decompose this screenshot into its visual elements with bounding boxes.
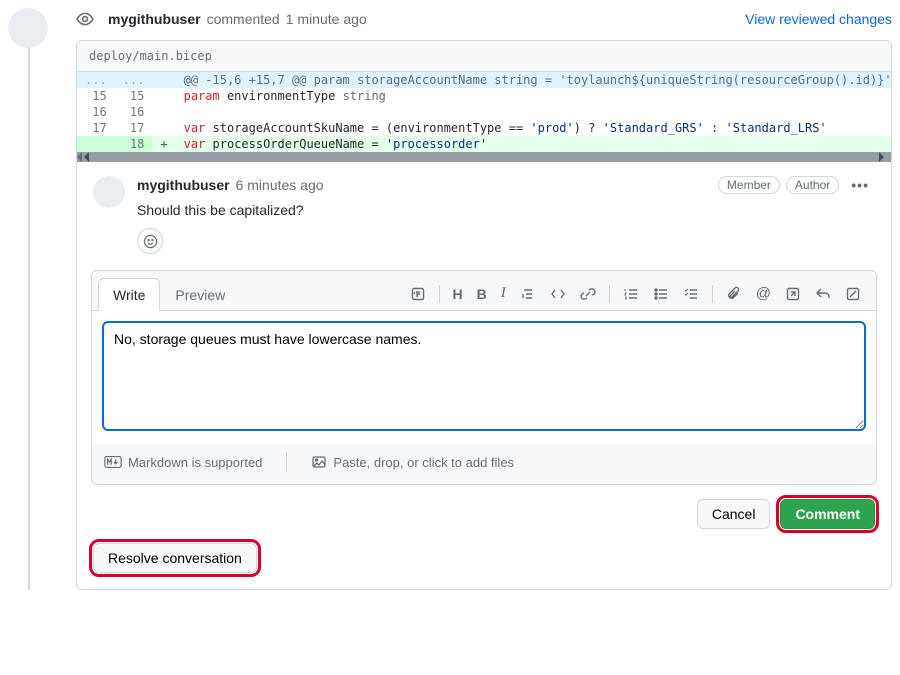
attach-icon[interactable] — [721, 282, 747, 306]
ordered-list-icon[interactable] — [618, 282, 644, 306]
hunk-ellipsis: ... — [77, 72, 115, 88]
unordered-list-icon[interactable] — [648, 282, 674, 306]
saved-replies-icon[interactable] — [840, 282, 866, 306]
diff-row: 18+var processOrderQueueName = 'processo… — [77, 136, 892, 152]
commenter-username[interactable]: mygithubuser — [108, 11, 201, 27]
new-line-number: 15 — [115, 88, 153, 104]
new-line-number: 16 — [115, 104, 153, 120]
old-line-number: 15 — [77, 88, 115, 104]
file-path[interactable]: deploy/main.bicep — [77, 41, 891, 72]
comment-editor: Write Preview H B I — [91, 270, 877, 485]
comment-time[interactable]: 1 minute ago — [286, 11, 367, 27]
diff-code: var storageAccountSkuName = (environment… — [176, 120, 892, 136]
diff-row: 1616 — [77, 104, 892, 120]
hunk-ellipsis: ... — [115, 72, 153, 88]
link-icon[interactable] — [575, 282, 601, 306]
italic-icon[interactable]: I — [496, 281, 511, 306]
suggestion-icon[interactable] — [405, 282, 431, 306]
mention-icon[interactable]: @ — [751, 281, 776, 306]
attach-files-link[interactable]: Paste, drop, or click to add files — [311, 454, 514, 470]
comment-action: commented — [207, 11, 280, 27]
diff-marker — [152, 88, 175, 104]
bold-icon[interactable]: B — [472, 282, 492, 306]
diff-marker — [152, 104, 175, 120]
horizontal-scrollbar[interactable] — [77, 152, 891, 162]
role-badge: Member — [718, 176, 780, 194]
markdown-help-link[interactable]: Markdown is supported — [104, 455, 262, 470]
visibility-icon — [76, 8, 94, 30]
diff-marker — [152, 120, 175, 136]
role-badge: Author — [786, 176, 839, 194]
comment-button[interactable]: Comment — [780, 499, 875, 529]
view-changes-link[interactable]: View reviewed changes — [745, 11, 892, 27]
review-box: deploy/main.bicep ... ... @@ -15,6 +15,7… — [76, 40, 892, 590]
diff-code: var processOrderQueueName = 'processorde… — [176, 136, 892, 152]
old-line-number: 16 — [77, 104, 115, 120]
old-line-number — [77, 136, 115, 152]
diff-row: 1717 var storageAccountSkuName = (environ… — [77, 120, 892, 136]
old-line-number: 17 — [77, 120, 115, 136]
reply-icon[interactable] — [810, 282, 836, 306]
tab-preview[interactable]: Preview — [160, 278, 240, 311]
inner-time[interactable]: 6 minutes ago — [236, 177, 324, 193]
new-line-number: 17 — [115, 120, 153, 136]
heading-icon[interactable]: H — [448, 282, 468, 306]
task-list-icon[interactable] — [678, 282, 704, 306]
tab-write[interactable]: Write — [98, 278, 160, 311]
diff-code: param environmentType string — [176, 88, 892, 104]
avatar[interactable] — [8, 8, 48, 48]
cancel-button[interactable]: Cancel — [697, 499, 771, 529]
diff-table: ... ... @@ -15,6 +15,7 @@ param storageA… — [77, 72, 892, 152]
new-line-number: 18 — [115, 136, 153, 152]
more-options-icon[interactable]: ••• — [845, 177, 875, 193]
diff-code — [176, 104, 892, 120]
editor-toolbar: H B I @ — [405, 281, 866, 306]
diff-marker: + — [152, 136, 175, 152]
hunk-header: @@ -15,6 +15,7 @@ param storageAccountNa… — [176, 72, 892, 88]
inner-username[interactable]: mygithubuser — [137, 177, 230, 193]
diff-row: 1515 param environmentType string — [77, 88, 892, 104]
resolve-conversation-button[interactable]: Resolve conversation — [93, 543, 257, 573]
avatar[interactable] — [93, 176, 125, 208]
comment-textarea[interactable] — [102, 321, 866, 431]
quote-icon[interactable] — [515, 282, 541, 306]
code-icon[interactable] — [545, 282, 571, 306]
add-reaction-button[interactable] — [137, 228, 163, 254]
reference-icon[interactable] — [780, 282, 806, 306]
comment-body: Should this be capitalized? — [137, 202, 875, 218]
